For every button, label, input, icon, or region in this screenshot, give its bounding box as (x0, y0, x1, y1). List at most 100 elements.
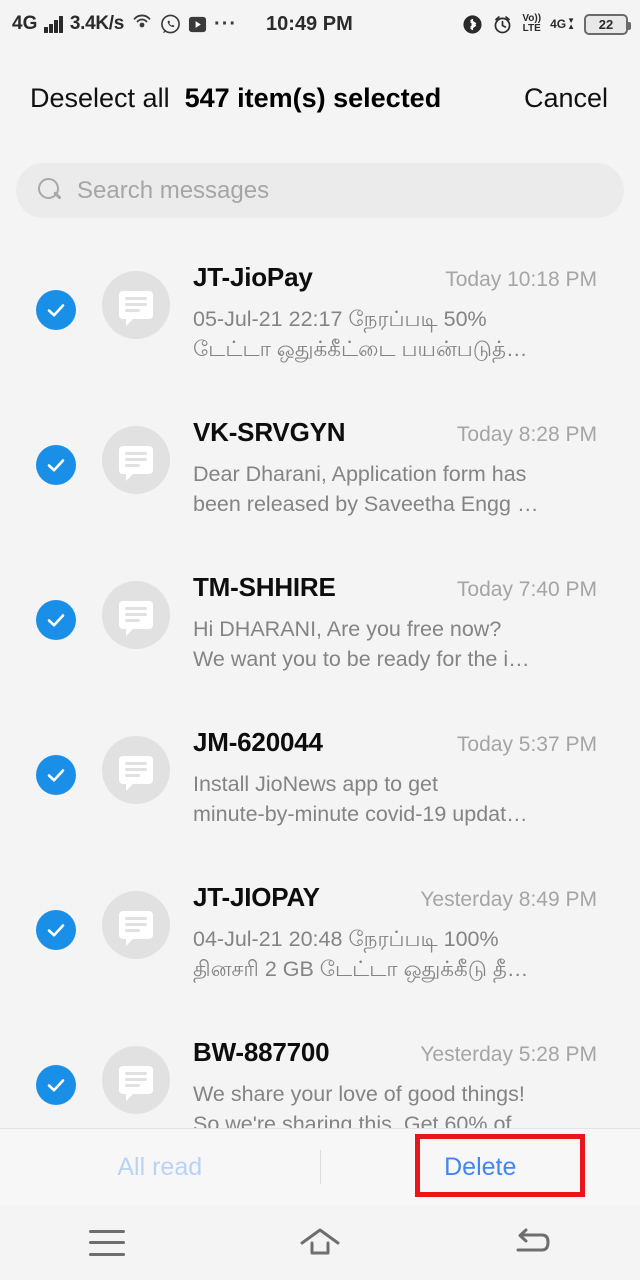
message-sender: JM-620044 (193, 727, 323, 757)
message-preview: Install JioNews app to get minute-by-min… (193, 769, 597, 829)
message-timestamp: Yesterday 8:49 PM (420, 888, 597, 911)
status-bar-clock: 10:49 PM (266, 12, 353, 35)
selection-app-bar: Deselect all 547 item(s) selected Cancel (0, 48, 640, 148)
message-list[interactable]: JT-JioPay Today 10:18 PM 05-Jul-21 22:17… (0, 240, 640, 1128)
message-list-item[interactable]: TM-SHHIRE Today 7:40 PM Hi DHARANI, Are … (0, 550, 640, 705)
checkbox-selected-icon[interactable] (36, 445, 76, 485)
menu-recents-icon (88, 1229, 125, 1256)
data-rate-label: 3.4K/s (69, 13, 125, 34)
volte-bottom-label: LTE (522, 23, 541, 34)
message-preview: 04-Jul-21 20:48 நேரப்படி 100% தினசரி 2 G… (193, 924, 597, 984)
search-bar-container[interactable]: Search messages (16, 163, 624, 218)
video-play-icon (188, 15, 207, 34)
avatar (102, 426, 170, 494)
network-type-label: 4G (12, 13, 38, 34)
message-bubble-icon (119, 911, 153, 946)
battery-level-label: 22 (598, 16, 614, 32)
checkbox-selected-icon[interactable] (36, 290, 76, 330)
message-sender: VK-SRVGYN (193, 417, 346, 447)
message-preview-line2: minute-by-minute covid-19 updat… (193, 802, 528, 826)
message-sender: JT-JioPay (193, 262, 313, 292)
battery-icon: 22 (584, 13, 631, 35)
message-header: VK-SRVGYN Today 8:28 PM (193, 417, 597, 448)
message-bubble-icon (119, 291, 153, 326)
message-body: JT-JioPay Today 10:18 PM 05-Jul-21 22:17… (193, 262, 597, 364)
message-header: TM-SHHIRE Today 7:40 PM (193, 572, 597, 603)
message-preview-line1: We share your love of good things! (193, 1082, 525, 1106)
avatar (102, 736, 170, 804)
checkbox-selected-icon[interactable] (36, 910, 76, 950)
phone-screen: 4G 3.4K/s ··· 10:49 PM Vo)) LTE 4G ▼ ▲ 2… (0, 0, 640, 1280)
data-network-indicator: 4G ▼ ▲ (550, 15, 575, 31)
message-sender: TM-SHHIRE (193, 572, 336, 602)
message-header: JT-JIOPAY Yesterday 8:49 PM (193, 882, 597, 913)
system-nav-bar (0, 1205, 640, 1280)
status-bar: 4G 3.4K/s ··· 10:49 PM Vo)) LTE 4G ▼ ▲ 2… (0, 0, 640, 48)
message-bubble-icon (119, 1066, 153, 1101)
message-preview-line1: Dear Dharani, Application form has (193, 462, 527, 486)
message-preview: We share your love of good things! So we… (193, 1079, 597, 1128)
deselect-all-button[interactable]: Deselect all (30, 83, 170, 114)
message-timestamp: Today 8:28 PM (456, 423, 597, 446)
nav-home-button[interactable] (213, 1226, 426, 1260)
message-bubble-icon (119, 446, 153, 481)
message-body: TM-SHHIRE Today 7:40 PM Hi DHARANI, Are … (193, 572, 597, 674)
message-list-item[interactable]: VK-SRVGYN Today 8:28 PM Dear Dharani, Ap… (0, 395, 640, 550)
checkbox-selected-icon[interactable] (36, 600, 76, 640)
nav-back-button[interactable] (427, 1226, 640, 1260)
selected-count-label: 547 item(s) selected (184, 82, 442, 113)
message-bubble-icon (119, 756, 153, 791)
data-arrows-icon: ▼ ▲ (567, 15, 575, 31)
message-preview-line2: தினசரி 2 GB டேட்டா ஒதுக்கீடு தீ… (193, 957, 529, 981)
message-sender: JT-JIOPAY (193, 882, 320, 912)
message-timestamp: Today 5:37 PM (456, 733, 597, 756)
whatsapp-icon (160, 14, 181, 35)
search-placeholder: Search messages (77, 176, 270, 204)
all-read-button[interactable]: All read (0, 1153, 320, 1182)
home-icon (297, 1226, 343, 1260)
message-preview: Dear Dharani, Application form has been … (193, 459, 597, 519)
message-preview-line2: been released by Saveetha Engg … (193, 492, 539, 516)
nav-recents-button[interactable] (0, 1229, 213, 1256)
message-bubble-icon (119, 601, 153, 636)
bottom-action-bar: All read Delete (0, 1129, 640, 1205)
bluetooth-icon (462, 14, 483, 35)
status-bar-left: 4G 3.4K/s ··· 10:49 PM (12, 13, 353, 36)
message-sender: BW-887700 (193, 1037, 330, 1067)
message-preview-line2: So we're sharing this. Get 60% of (193, 1112, 512, 1128)
message-header: BW-887700 Yesterday 5:28 PM (193, 1037, 597, 1068)
message-list-item[interactable]: JT-JioPay Today 10:18 PM 05-Jul-21 22:17… (0, 240, 640, 395)
avatar (102, 891, 170, 959)
hotspot-icon (131, 14, 153, 34)
message-preview-line1: 04-Jul-21 20:48 நேரப்படி 100% (193, 927, 499, 951)
message-list-item[interactable]: BW-887700 Yesterday 5:28 PM We share you… (0, 1015, 640, 1128)
message-preview-line1: Install JioNews app to get (193, 772, 438, 796)
message-preview-line2: We want you to be ready for the i… (193, 647, 530, 671)
data-network-label: 4G (550, 17, 567, 31)
message-timestamp: Today 7:40 PM (456, 578, 597, 601)
cancel-button[interactable]: Cancel (524, 83, 608, 114)
more-dots-icon: ··· (214, 13, 238, 35)
message-list-item[interactable]: JM-620044 Today 5:37 PM Install JioNews … (0, 705, 640, 860)
delete-button[interactable]: Delete (321, 1153, 640, 1182)
message-timestamp: Yesterday 5:28 PM (420, 1043, 597, 1066)
status-bar-right: Vo)) LTE 4G ▼ ▲ 22 (462, 13, 631, 35)
checkbox-selected-icon[interactable] (36, 755, 76, 795)
message-header: JM-620044 Today 5:37 PM (193, 727, 597, 758)
message-preview: Hi DHARANI, Are you free now? We want yo… (193, 614, 597, 674)
alarm-clock-icon (492, 14, 513, 35)
message-timestamp: Today 10:18 PM (445, 268, 597, 291)
volte-indicator: Vo)) LTE (522, 14, 541, 34)
message-preview-line2: டேட்டா ஒதுக்கீட்டை பயன்படுத்… (193, 337, 528, 361)
avatar (102, 1046, 170, 1114)
message-body: VK-SRVGYN Today 8:28 PM Dear Dharani, Ap… (193, 417, 597, 519)
message-body: JM-620044 Today 5:37 PM Install JioNews … (193, 727, 597, 829)
message-preview: 05-Jul-21 22:17 நேரப்படி 50% டேட்டா ஒதுக… (193, 304, 597, 364)
avatar (102, 581, 170, 649)
message-list-item[interactable]: JT-JIOPAY Yesterday 8:49 PM 04-Jul-21 20… (0, 860, 640, 1015)
message-body: BW-887700 Yesterday 5:28 PM We share you… (193, 1037, 597, 1128)
message-preview-line1: Hi DHARANI, Are you free now? (193, 617, 502, 641)
search-input[interactable]: Search messages (16, 163, 624, 218)
message-body: JT-JIOPAY Yesterday 8:49 PM 04-Jul-21 20… (193, 882, 597, 984)
checkbox-selected-icon[interactable] (36, 1065, 76, 1105)
